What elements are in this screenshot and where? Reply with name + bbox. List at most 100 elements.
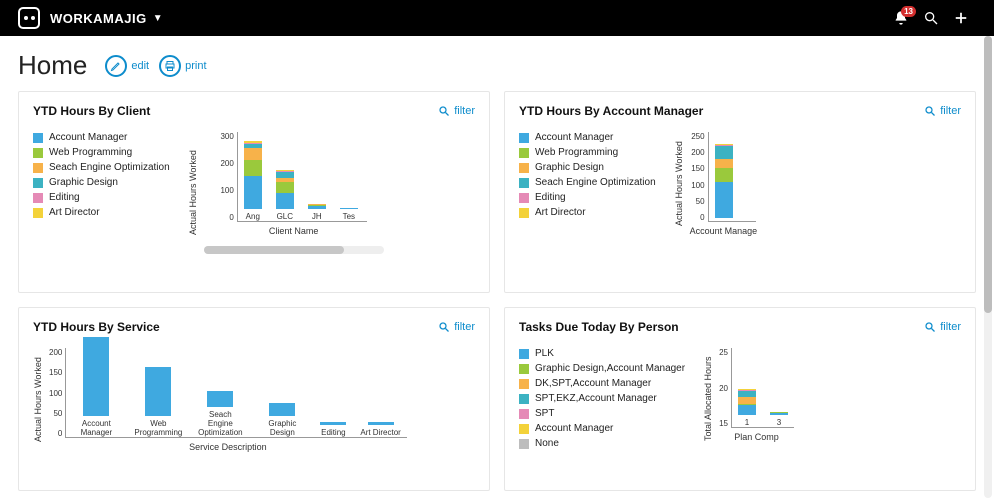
x-tick: 1 — [745, 418, 749, 427]
chart-scrollbar[interactable] — [204, 246, 384, 254]
filter-label: filter — [940, 321, 961, 333]
legend-item: Graphic Design,Account Manager — [519, 363, 685, 374]
bar — [368, 422, 394, 425]
legend-item: DK,SPT,Account Manager — [519, 378, 685, 389]
y-tick: 0 — [58, 429, 62, 438]
legend-label: Account Manager — [49, 132, 127, 143]
chart: Actual Hours Worked200150100500Account M… — [33, 348, 407, 452]
legend-label: SPT — [535, 408, 554, 419]
legend-label: Graphic Design — [535, 162, 604, 173]
legend-item: Editing — [519, 192, 656, 203]
x-tick: 3 — [777, 418, 781, 427]
legend-label: DK,SPT,Account Manager — [535, 378, 651, 389]
legend-swatch — [519, 439, 529, 449]
legend-swatch — [519, 178, 529, 188]
x-tick: Web Programming — [134, 419, 182, 437]
y-tick: 20 — [719, 384, 728, 393]
legend: Account ManagerWeb ProgrammingGraphic De… — [519, 132, 656, 236]
legend-swatch — [519, 349, 529, 359]
y-tick: 0 — [229, 213, 233, 222]
card-title: Tasks Due Today By Person — [519, 320, 679, 334]
filter-link[interactable]: filter — [438, 105, 475, 117]
bar-segment — [770, 413, 788, 415]
x-tick: Seach Engine Optimization — [196, 410, 244, 437]
bar — [83, 337, 109, 416]
x-tick: Ang — [246, 212, 260, 221]
legend-label: PLK — [535, 348, 554, 359]
legend-swatch — [519, 208, 529, 218]
legend-label: Graphic Design,Account Manager — [535, 363, 685, 374]
legend-swatch — [33, 163, 43, 173]
bar — [145, 367, 171, 416]
legend-label: Account Manager — [535, 423, 613, 434]
legend-swatch — [33, 193, 43, 203]
pencil-icon — [105, 55, 127, 77]
legend-item: Seach Engine Optimization — [519, 177, 656, 188]
y-tick: 150 — [691, 164, 704, 173]
bar — [320, 422, 346, 425]
dashboard-grid: YTD Hours By Client filter Account Manag… — [0, 91, 994, 503]
x-axis-title: Account Manage — [690, 226, 758, 236]
bar-segment — [244, 160, 262, 177]
notifications-icon[interactable]: 13 — [886, 10, 916, 26]
search-icon — [924, 321, 936, 333]
add-icon[interactable] — [946, 11, 976, 25]
legend-item: Art Director — [33, 207, 170, 218]
bar-segment — [276, 182, 294, 193]
y-tick: 200 — [49, 348, 62, 357]
bar-group: Art Director — [360, 335, 400, 437]
app-logo[interactable] — [18, 7, 40, 29]
bar-segment — [276, 193, 294, 210]
x-tick: Art Director — [360, 428, 400, 437]
x-tick: JH — [312, 212, 322, 221]
edit-button[interactable]: edit — [105, 55, 149, 77]
legend: PLK Graphic Design,Account Manager DK,SPT,… — [519, 348, 685, 449]
legend-item: Account Manager — [519, 132, 656, 143]
legend-swatch — [519, 364, 529, 374]
page-title: Home — [18, 50, 87, 81]
filter-link[interactable]: filter — [924, 105, 961, 117]
chart: Actual Hours Worked3002001000AngGLCJHTes… — [188, 132, 384, 254]
x-tick: Account Manager — [72, 419, 120, 437]
y-tick: 200 — [220, 159, 233, 168]
y-axis-title: Total Allocated Hours — [703, 348, 713, 449]
chevron-down-icon[interactable]: ▼ — [153, 13, 163, 24]
bar-group: Tes — [340, 119, 358, 221]
legend-item: Editing — [33, 192, 170, 203]
filter-label: filter — [454, 321, 475, 333]
filter-link[interactable]: filter — [438, 321, 475, 333]
y-tick: 250 — [691, 132, 704, 141]
legend-label: Seach Engine Optimization — [535, 177, 656, 188]
bar-group: Ang — [244, 119, 262, 221]
x-tick: GLC — [277, 212, 293, 221]
bar-segment — [715, 168, 733, 182]
filter-label: filter — [940, 105, 961, 117]
legend-label: Seach Engine Optimization — [49, 162, 170, 173]
bar-segment — [715, 146, 733, 159]
page-header: Home edit print — [0, 36, 994, 91]
search-icon — [438, 321, 450, 333]
y-tick: 150 — [49, 368, 62, 377]
brand-name[interactable]: WORKAMAJIG — [50, 11, 147, 26]
bar — [269, 403, 295, 417]
legend-item: PLK — [519, 348, 685, 359]
y-tick: 0 — [700, 213, 704, 222]
print-button[interactable]: print — [159, 55, 206, 77]
legend-label: Graphic Design — [49, 177, 118, 188]
legend-item: SPT,EKZ,Account Manager — [519, 393, 685, 404]
chart: Total Allocated Hours25201513Plan Comp — [703, 348, 794, 449]
bar-group: 1 — [738, 335, 756, 427]
card-title: YTD Hours By Account Manager — [519, 104, 703, 118]
topbar: WORKAMAJIG ▼ 13 — [0, 0, 994, 36]
search-icon[interactable] — [916, 10, 946, 26]
legend-swatch — [519, 394, 529, 404]
legend-item: Account Manager — [519, 423, 685, 434]
x-axis-title: Client Name — [269, 226, 319, 236]
y-tick: 50 — [696, 197, 705, 206]
filter-link[interactable]: filter — [924, 321, 961, 333]
x-axis-title: Plan Comp — [734, 432, 779, 442]
legend-swatch — [33, 133, 43, 143]
y-tick: 25 — [719, 348, 728, 357]
page-scrollbar[interactable] — [984, 36, 992, 498]
legend-item: Graphic Design — [519, 162, 656, 173]
